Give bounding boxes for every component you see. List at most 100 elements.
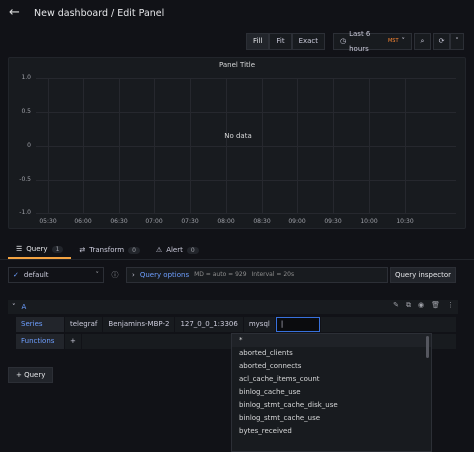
query-options-md: MD = auto = 929 [194, 271, 247, 278]
grid-line [333, 78, 334, 213]
refresh-icon: ⟳ [438, 37, 445, 45]
x-tick-label: 08:00 [217, 218, 235, 225]
x-tick-label: 06:30 [110, 218, 128, 225]
datasource-picker[interactable]: ✓ default ˅ [8, 267, 104, 283]
tab-divider [0, 259, 474, 260]
transform-icon: ⇄ [79, 246, 86, 254]
grid-line [405, 78, 406, 213]
drag-handle-icon[interactable]: ⋮ [447, 301, 454, 310]
grid-line [297, 78, 298, 213]
x-tick-label: 09:30 [324, 218, 342, 225]
y-tick-label: -0.5 [19, 176, 31, 183]
add-function-button[interactable]: + [65, 334, 81, 349]
y-tick-label: 0.5 [21, 108, 31, 115]
chevron-down-icon: ˅ [95, 271, 100, 279]
arrow-left-icon[interactable]: ← [9, 6, 23, 20]
tab-label: Query [26, 245, 48, 253]
query-name: A [21, 303, 27, 311]
query-inspector-button[interactable]: Query inspector [390, 267, 456, 283]
series-segment[interactable]: mysql [243, 317, 275, 332]
zoom-out-button[interactable]: ⌕ [414, 33, 431, 50]
x-tick-label: 07:30 [181, 218, 199, 225]
chevron-down-icon: ˅ [401, 37, 406, 45]
tab-query[interactable]: ☰ Query 1 [8, 241, 72, 259]
grid-line [36, 180, 456, 181]
time-range-label: Last 6 hours [349, 29, 371, 53]
grid-line [154, 78, 155, 213]
grid-line [369, 78, 370, 213]
dropdown-option[interactable]: * [232, 334, 431, 347]
dropdown-option[interactable]: binlog_cache_use [232, 386, 431, 399]
grid-line [36, 78, 456, 79]
edit-icon[interactable]: ✎ [393, 301, 399, 310]
grid-line [226, 78, 227, 213]
tab-count: 0 [186, 246, 199, 254]
dropdown-option[interactable]: aborted_clients [232, 347, 431, 360]
add-query-button[interactable]: + Query [8, 367, 54, 383]
duplicate-icon[interactable]: ⧉ [406, 301, 411, 310]
series-row: Series telegraf Benjamins-MBP-2 127_0_0_… [16, 317, 456, 332]
query-row-header[interactable]: ˅ A ✎ ⧉ ◉ 🗑 ⋮ [8, 300, 458, 314]
dropdown-scrollbar[interactable] [426, 336, 429, 358]
x-tick-label: 10:30 [396, 218, 414, 225]
dropdown-option[interactable]: acl_cache_items_count [232, 373, 431, 386]
query-options[interactable]: › Query options MD = auto = 929 Interval… [126, 267, 388, 283]
query-actions: ✎ ⧉ ◉ 🗑 ⋮ [393, 301, 454, 310]
x-tick-label: 05:30 [39, 218, 57, 225]
functions-label: Functions [16, 334, 64, 349]
x-tick-label: 08:30 [253, 218, 271, 225]
series-segment-input[interactable]: | [275, 317, 320, 332]
x-tick-label: 10:00 [360, 218, 378, 225]
chevron-down-icon: ˅ [455, 37, 459, 45]
bell-icon: ⚠ [155, 246, 163, 254]
chevron-right-icon: › [132, 271, 135, 279]
series-segment[interactable]: 127_0_0_1:3306 [175, 317, 243, 332]
grid-line [36, 112, 456, 113]
fill-button[interactable]: Fill [246, 33, 270, 50]
query-options-interval: Interval = 20s [251, 271, 295, 278]
datasource-name: default [23, 271, 49, 279]
tab-count: 1 [51, 245, 64, 253]
grid-line [48, 78, 49, 213]
y-tick-label: 0 [27, 142, 31, 149]
grid-line [119, 78, 120, 213]
series-segment[interactable]: telegraf [65, 317, 103, 332]
series-label: Series [16, 317, 64, 332]
tab-transform[interactable]: ⇄ Transform 0 [71, 241, 148, 259]
datasource-row: ✓ default ˅ ⓘ › Query options MD = auto … [8, 267, 388, 283]
fit-button[interactable]: Fit [269, 33, 292, 50]
page-title: New dashboard / Edit Panel [34, 8, 165, 19]
tab-alert[interactable]: ⚠ Alert 0 [148, 241, 207, 259]
series-row-filler [320, 317, 456, 332]
grid-line [262, 78, 263, 213]
eye-icon[interactable]: ◉ [418, 301, 424, 310]
x-tick-label: 06:00 [74, 218, 92, 225]
series-segment[interactable]: Benjamins-MBP-2 [103, 317, 175, 332]
refresh-button[interactable]: ⟳ [433, 33, 450, 50]
grid-line [36, 213, 456, 214]
dropdown-option[interactable]: bytes_received [232, 425, 431, 438]
grid-line [36, 146, 456, 147]
exact-button[interactable]: Exact [291, 33, 326, 50]
dropdown-option[interactable]: binlog_stmt_cache_use [232, 412, 431, 425]
query-options-label: Query options [139, 271, 190, 279]
chevron-down-icon: ˅ [12, 303, 16, 311]
time-range-picker[interactable]: ◷ Last 6 hours MST ˅ [333, 30, 412, 53]
tab-label: Alert [166, 246, 183, 254]
y-tick-label: 1.0 [21, 74, 31, 81]
database-icon: ☰ [16, 245, 23, 253]
editor-tabs: ☰ Query 1 ⇄ Transform 0 ⚠ Alert 0 [8, 241, 207, 259]
refresh-interval-dropdown[interactable]: ˅ [450, 33, 464, 50]
dropdown-option[interactable]: binlog_stmt_cache_disk_use [232, 399, 431, 412]
grid-line [190, 78, 191, 213]
graphite-icon: ✓ [13, 271, 19, 279]
tab-count: 0 [128, 246, 140, 254]
info-icon[interactable]: ⓘ [108, 268, 122, 282]
trash-icon[interactable]: 🗑 [431, 301, 440, 310]
y-tick-label: -1.0 [19, 209, 31, 216]
dropdown-option[interactable]: aborted_connects [232, 360, 431, 373]
clock-icon: ◷ [340, 37, 347, 45]
series-segment-dropdown: * aborted_clients aborted_connects acl_c… [231, 333, 432, 452]
zoom-out-icon: ⌕ [420, 37, 425, 45]
timezone-badge: MST [387, 38, 399, 44]
